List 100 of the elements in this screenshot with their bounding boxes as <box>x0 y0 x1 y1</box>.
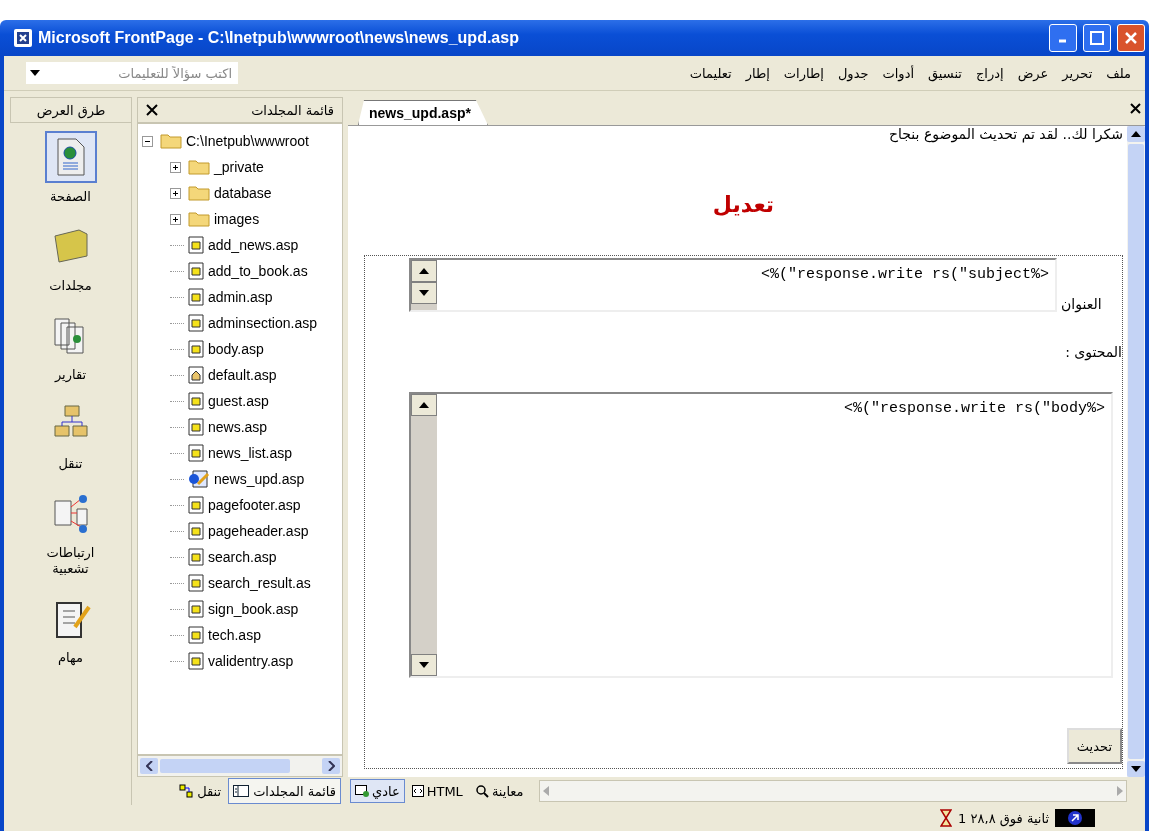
document-tab[interactable]: news_upd.asp* <box>358 100 488 125</box>
down-arrow-icon <box>30 70 40 76</box>
tree-item[interactable]: guest.asp <box>208 393 269 409</box>
field-label: المحتوى : <box>1065 344 1122 363</box>
view-mode-tab[interactable]: HTML <box>406 779 468 803</box>
help-question-field[interactable]: اكتب سؤالاً للتعليمات <box>44 62 238 84</box>
asp-page-icon <box>188 548 204 566</box>
up-arrow-icon <box>1131 131 1141 137</box>
asp-page-icon <box>188 314 204 332</box>
panel-tab[interactable]: قائمة المجلدات <box>228 778 341 804</box>
normal-view-icon <box>355 785 369 797</box>
window-title: Microsoft FrontPage - C:\Inetpub\wwwroot\news\news_upd.asp <box>38 29 520 47</box>
menu-item[interactable]: تنسيق <box>928 65 962 81</box>
asp-page-icon <box>188 444 204 462</box>
view-mode-tab[interactable]: معاينة <box>469 779 529 803</box>
tree-item[interactable]: _private <box>214 159 264 175</box>
asp-page-icon <box>188 522 204 540</box>
minimize-button[interactable] <box>1049 24 1077 52</box>
tree-item[interactable]: admin.asp <box>208 289 273 305</box>
page-edit-icon <box>188 470 210 488</box>
up-arrow-icon <box>419 268 429 274</box>
tree-item[interactable]: pageheader.asp <box>208 523 309 539</box>
view-label: ارتباطات تشعبية <box>45 544 96 579</box>
panel-tab[interactable]: تنقل <box>174 778 227 804</box>
close-icon[interactable] <box>1130 103 1141 114</box>
close-icon <box>1125 32 1137 44</box>
tree-item[interactable]: body.asp <box>208 341 264 357</box>
tree-item[interactable]: validentry.asp <box>208 653 294 669</box>
home-page-icon <box>188 366 204 384</box>
tree-item[interactable]: search.asp <box>208 549 277 565</box>
vertical-scrollbar[interactable] <box>1127 126 1145 777</box>
view-label: تقارير <box>53 366 88 384</box>
title-input[interactable]: <%("response.write rs("subject%> <box>409 258 1057 312</box>
hourglass-icon <box>940 809 953 827</box>
collapse-toggle-icon[interactable] <box>142 135 153 147</box>
expand-toggle-icon[interactable] <box>170 187 181 199</box>
tree-item[interactable]: sign_book.asp <box>208 601 299 617</box>
views-title: طرق العرض <box>36 102 106 118</box>
html-code-icon <box>411 785 424 797</box>
menu-item[interactable]: عرض <box>1017 65 1049 81</box>
folder-icon <box>188 185 210 201</box>
folder-icon <box>188 159 210 175</box>
menu-item[interactable]: ملف <box>1106 65 1131 81</box>
asp-page-icon <box>188 626 204 644</box>
asp-page-icon <box>188 574 204 592</box>
close-icon[interactable] <box>146 104 158 116</box>
field-label: العنوان <box>1061 296 1102 312</box>
folder-list-icon <box>233 785 250 797</box>
page-heading: تعديل <box>711 191 776 219</box>
navigation-icon <box>179 784 194 798</box>
view-label: مجلدات <box>48 277 93 295</box>
tree-item[interactable]: tech.asp <box>208 627 261 643</box>
folder-list-title: قائمة المجلدات <box>251 102 334 118</box>
dropdown-button[interactable] <box>26 62 44 84</box>
folder-icon <box>160 133 182 149</box>
asp-page-icon <box>188 236 204 254</box>
tree-item[interactable]: add_to_book.as <box>208 263 308 279</box>
expand-toggle-icon[interactable] <box>170 213 181 225</box>
tree-item[interactable]: news_list.asp <box>208 445 293 461</box>
tree-item[interactable]: news.asp <box>208 419 268 435</box>
asp-page-icon <box>188 418 204 436</box>
menu-item[interactable]: إطارات <box>783 65 824 81</box>
maximize-icon <box>1090 31 1104 45</box>
menu-item[interactable]: جدول <box>837 65 869 81</box>
close-button[interactable] <box>1117 24 1145 52</box>
app-logo-icon <box>14 29 32 47</box>
view-label: تنقل <box>57 455 84 473</box>
arrow-status-icon <box>1055 809 1095 827</box>
tree-item[interactable]: pagefooter.asp <box>208 497 301 513</box>
success-message: شكرا لك.. لقد تم تحديث الموضوع بنجاح <box>888 126 1123 145</box>
tree-item[interactable]: news_upd.asp <box>214 471 305 487</box>
down-arrow-icon <box>419 662 429 668</box>
update-button[interactable]: تحديث <box>1066 728 1122 764</box>
tree-item[interactable]: default.asp <box>208 367 277 383</box>
tree-item[interactable]: images <box>214 211 260 227</box>
menu-item[interactable]: تعليمات <box>689 65 732 81</box>
asp-page-icon <box>188 262 204 280</box>
maximize-button[interactable] <box>1083 24 1111 52</box>
view-label: مهام <box>57 650 84 668</box>
menu-item[interactable]: تحرير <box>1062 65 1093 81</box>
asp-page-icon <box>188 496 204 514</box>
folder-icon <box>188 211 210 227</box>
tree-item[interactable]: database <box>214 185 272 201</box>
up-arrow-icon <box>419 402 429 408</box>
tree-item[interactable]: search_result.as <box>208 575 311 591</box>
horizontal-scrollbar[interactable] <box>137 755 343 777</box>
asp-page-icon <box>188 392 204 410</box>
tree-item[interactable]: C:\Inetpub\wwwroot <box>186 133 309 149</box>
tree-item[interactable]: add_news.asp <box>208 237 299 253</box>
menu-item[interactable]: أدوات <box>882 65 915 81</box>
tree-item[interactable]: adminsection.asp <box>208 315 317 331</box>
asp-page-icon <box>188 288 204 306</box>
menu-item[interactable]: إطار <box>745 65 770 81</box>
asp-page-icon <box>188 652 204 670</box>
download-time: ثانية فوق ٢٨,٨ 1 <box>958 810 1049 826</box>
asp-page-icon <box>188 600 204 618</box>
content-textarea[interactable]: <%("response.write rs("body%> <box>409 392 1113 678</box>
menu-item[interactable]: إدراج <box>975 65 1004 81</box>
view-mode-tab[interactable]: عادي <box>350 779 405 803</box>
expand-toggle-icon[interactable] <box>170 161 181 173</box>
